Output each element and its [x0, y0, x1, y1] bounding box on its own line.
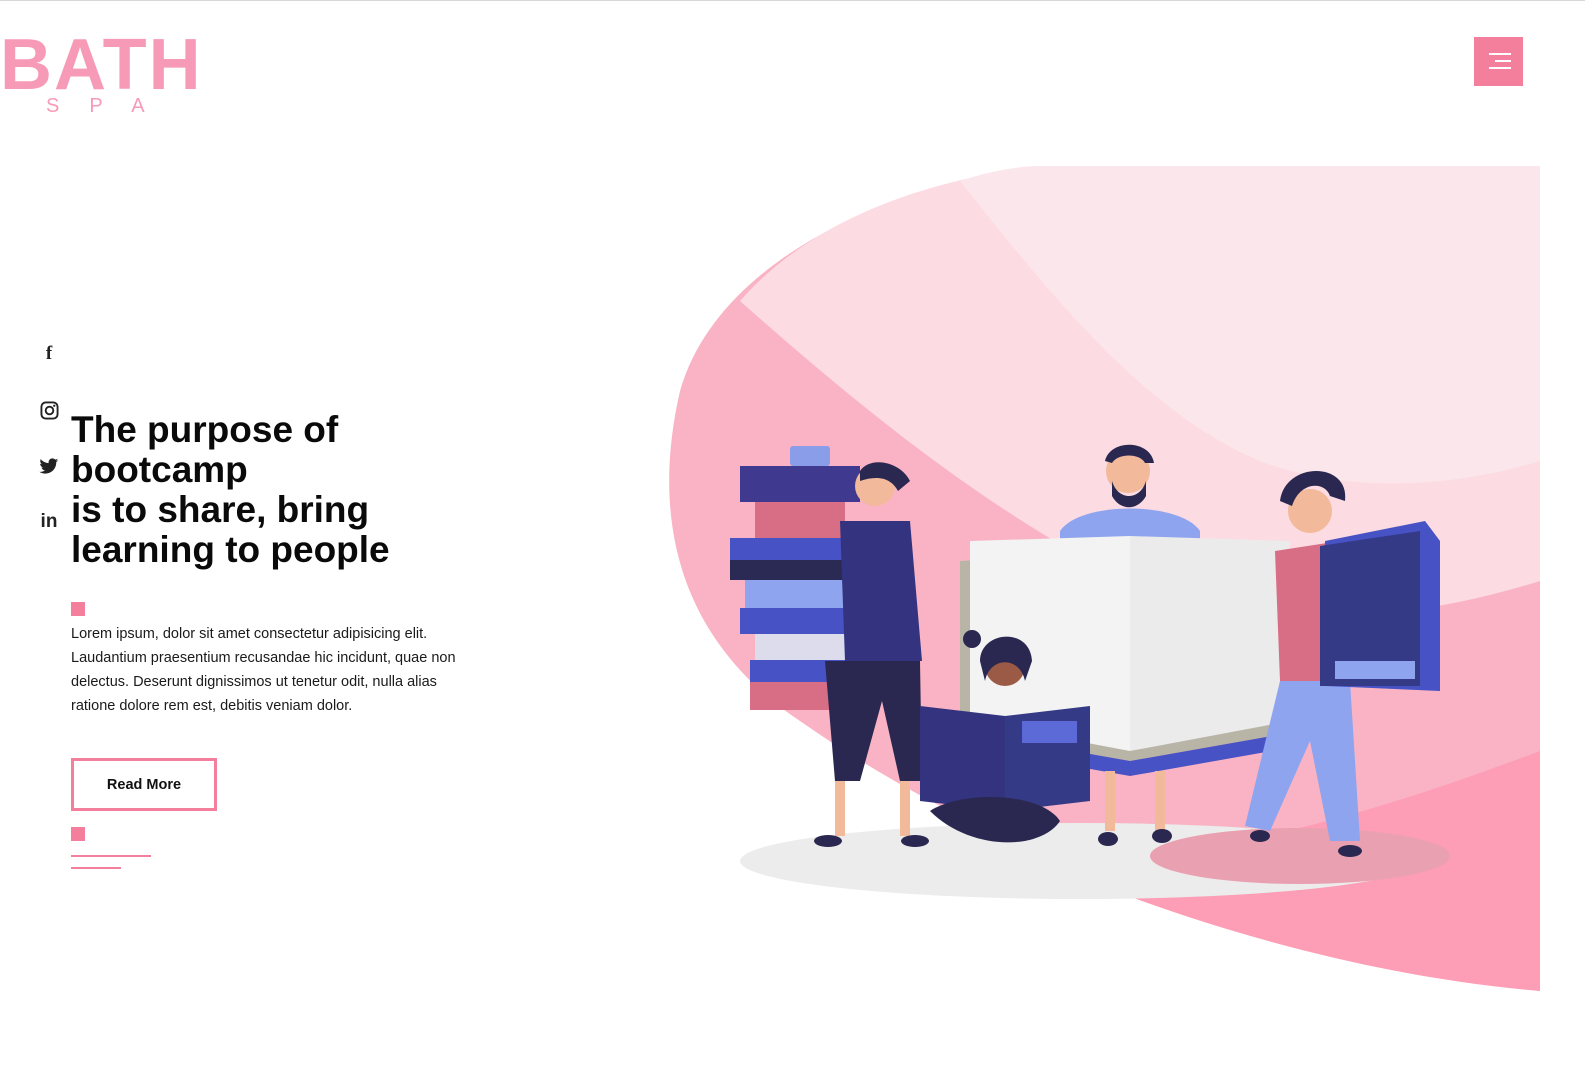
- logo-text: BATH: [0, 25, 203, 105]
- logo-subtext: SPA: [46, 95, 175, 117]
- hero-description: Lorem ipsum, dolor sit amet consectetur …: [71, 626, 456, 714]
- hero-title-line: is to share, bring: [71, 489, 370, 530]
- twitter-icon[interactable]: [38, 455, 60, 477]
- hero-title: The purpose of bootcamp is to share, bri…: [71, 410, 491, 570]
- menu-button[interactable]: [1474, 37, 1523, 86]
- linkedin-icon[interactable]: in: [38, 511, 60, 533]
- read-more-button[interactable]: Read More: [71, 758, 217, 811]
- logo[interactable]: BATH SPA: [0, 25, 210, 123]
- decorative-line: [71, 855, 151, 857]
- accent-square: [71, 827, 85, 841]
- hero-title-line: bootcamp: [71, 449, 248, 490]
- instagram-icon[interactable]: [38, 399, 60, 421]
- decorative-line: [71, 867, 121, 869]
- hero-illustration: [660, 161, 1560, 1011]
- ground-shadow-pink: [1150, 828, 1450, 884]
- hero-title-line: The purpose of: [71, 409, 339, 450]
- facebook-icon[interactable]: f: [38, 343, 60, 365]
- hero-title-line: learning to people: [71, 529, 390, 570]
- accent-square: [71, 602, 85, 616]
